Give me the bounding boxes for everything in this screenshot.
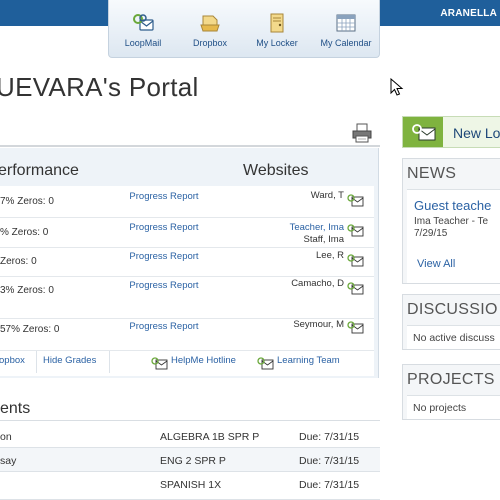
loopmail-icon	[412, 124, 436, 141]
discussions-message: No active discuss	[413, 332, 495, 344]
helpme-hotline-icon	[151, 357, 168, 370]
assignment-name[interactable]: on	[0, 431, 12, 443]
my-calendar-button[interactable]: My Calendar	[312, 13, 380, 48]
grade-stats: 7% Zeros: 0	[0, 196, 54, 207]
teacher-name: Ward, T	[310, 190, 344, 201]
news-heading: NEWS	[407, 165, 457, 182]
quick-toolbar: LoopMail Dropbox My Locker My Calendar	[108, 0, 380, 58]
new-look-button[interactable]: New Lo	[402, 116, 500, 148]
dropbox-icon	[200, 15, 220, 32]
assignment-row[interactable]: say ENG 2 SPR P Due: 7/31/15	[0, 448, 380, 472]
view-all-news-link[interactable]: View All	[417, 258, 455, 270]
projects-heading: PROJECTS	[407, 371, 495, 388]
my-calendar-label: My Calendar	[320, 38, 372, 48]
progress-report-link[interactable]: Progress Report	[120, 191, 208, 202]
assignment-row[interactable]: on ALGEBRA 1B SPR P Due: 7/31/15	[0, 424, 380, 448]
news-body: Guest teache Ima Teacher - Te 7/29/15 Vi…	[407, 189, 500, 283]
grade-stats: % Zeros: 0	[0, 227, 49, 238]
loopmail-teacher-icon[interactable]	[347, 282, 364, 295]
teacher-secondary-name: Staff, Ima	[303, 234, 344, 245]
performance-links-bar: opbox Hide Grades HelpMe Hotline Learnin…	[0, 350, 374, 376]
news-item-title[interactable]: Guest teache	[414, 198, 491, 213]
loopmail-button[interactable]: LoopMail	[109, 13, 177, 48]
discussions-heading: DISCUSSIO	[407, 301, 498, 318]
teacher-name: Seymour, M	[293, 319, 344, 330]
mouse-cursor-icon	[390, 78, 404, 96]
my-locker-label: My Locker	[256, 38, 298, 48]
course-row: 3% Zeros: 0 Progress Report Camacho, D	[0, 277, 374, 319]
teacher-name: Camacho, D	[291, 278, 344, 289]
new-look-icon-box	[403, 117, 443, 147]
new-look-label: New Lo	[453, 125, 500, 141]
loopmail-teacher-icon[interactable]	[347, 254, 364, 267]
performance-grid: 7% Zeros: 0 Progress Report Ward, T % Ze…	[0, 186, 374, 350]
progress-report-link[interactable]: Progress Report	[120, 251, 208, 262]
progress-report-link[interactable]: Progress Report	[120, 280, 208, 291]
hide-grades-link[interactable]: Hide Grades	[43, 355, 96, 366]
user-name[interactable]: ARANELLA	[440, 8, 497, 19]
projects-body: No projects	[407, 395, 500, 419]
news-box: NEWS Guest teache Ima Teacher - Te 7/29/…	[402, 158, 500, 284]
news-item-author: Ima Teacher - Te	[414, 216, 489, 227]
assignments-divider	[0, 420, 380, 421]
assignments-heading: ents	[0, 400, 31, 417]
assignment-class: SPANISH 1X	[160, 479, 222, 491]
assignment-class: ENG 2 SPR P	[160, 455, 226, 467]
page-title: UEVARA's Portal	[0, 72, 199, 102]
locker-icon	[270, 13, 284, 33]
assignment-due-date: Due: 7/31/15	[299, 479, 360, 491]
my-locker-button[interactable]: My Locker	[243, 13, 311, 48]
loopmail-label: LoopMail	[124, 38, 162, 48]
assignment-row[interactable]: SPANISH 1X Due: 7/31/15	[0, 472, 380, 500]
websites-heading: Websites	[243, 162, 309, 179]
loopmail-teacher-icon[interactable]	[347, 321, 364, 334]
discussions-box: DISCUSSIO No active discuss	[402, 294, 500, 350]
learning-team-icon	[257, 357, 274, 370]
course-row: Zeros: 0 Progress Report Lee, R	[0, 248, 374, 277]
performance-heading: erformance	[0, 162, 79, 179]
dropbox-label: Dropbox	[192, 38, 228, 48]
assignment-name[interactable]: say	[0, 455, 16, 467]
projects-message: No projects	[413, 402, 467, 414]
link-divider	[36, 351, 37, 373]
learning-team-link[interactable]: Learning Team	[277, 355, 340, 366]
assignment-due-date: Due: 7/31/15	[299, 455, 360, 467]
helpme-hotline-link[interactable]: HelpMe Hotline	[171, 355, 236, 366]
link-divider	[109, 351, 110, 373]
discussions-body: No active discuss	[407, 325, 500, 349]
assignment-due-date: Due: 7/31/15	[299, 431, 360, 443]
dropbox-button[interactable]: Dropbox	[176, 13, 244, 48]
grade-stats: 57% Zeros: 0	[0, 324, 60, 335]
grade-stats: Zeros: 0	[0, 256, 37, 267]
course-row: % Zeros: 0 Progress Report Teacher, Ima …	[0, 218, 374, 248]
teacher-website-link[interactable]: Teacher, Ima	[290, 222, 344, 233]
progress-report-link[interactable]: Progress Report	[120, 321, 208, 332]
projects-box: PROJECTS No projects	[402, 364, 500, 420]
teacher-name: Lee, R	[316, 250, 344, 261]
title-divider	[0, 145, 380, 147]
grade-stats: 3% Zeros: 0	[0, 285, 54, 296]
dropbox-link[interactable]: opbox	[0, 355, 25, 366]
course-row: 7% Zeros: 0 Progress Report Ward, T	[0, 186, 374, 218]
print-icon[interactable]	[351, 123, 373, 143]
progress-report-link[interactable]: Progress Report	[120, 222, 208, 233]
loopmail-icon	[133, 14, 154, 31]
loopmail-teacher-icon[interactable]	[347, 224, 364, 237]
calendar-icon	[336, 14, 356, 32]
loopmail-teacher-icon[interactable]	[347, 194, 364, 207]
assignment-class: ALGEBRA 1B SPR P	[160, 431, 260, 443]
teacher-name: Teacher, Ima Staff, Ima	[290, 222, 344, 246]
course-row: 57% Zeros: 0 Progress Report Seymour, M	[0, 319, 374, 350]
news-item-date: 7/29/15	[414, 228, 448, 239]
